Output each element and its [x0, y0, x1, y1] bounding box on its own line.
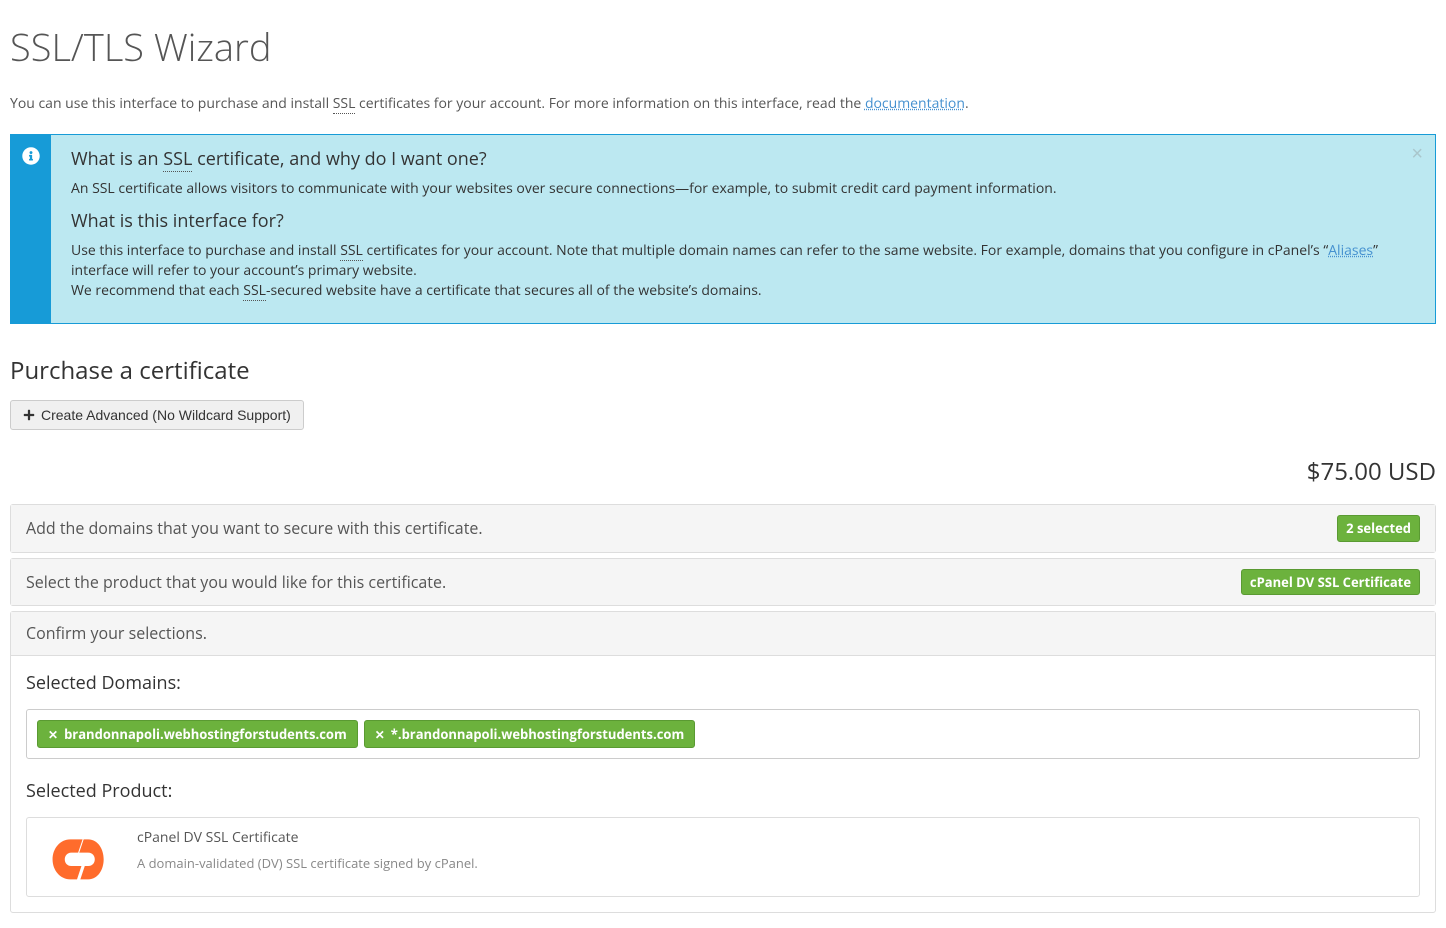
a2-l3-after: -secured website have a certificate that… [266, 281, 762, 300]
step-1-heading[interactable]: Add the domains that you want to secure … [11, 505, 1435, 552]
step-3-label: Confirm your selections. [26, 622, 207, 645]
intro-suffix: . [965, 94, 969, 113]
info-a1: An SSL certificate allows visitors to co… [71, 179, 1420, 199]
domain-chip: ✕ brandonnapoli.webhostingforstudents.co… [37, 720, 358, 749]
info-icon-wrap [11, 135, 51, 322]
plus-icon [23, 409, 35, 421]
ssl-abbr: SSL [340, 241, 363, 261]
step-1-label: Add the domains that you want to secure … [26, 517, 483, 540]
close-icon[interactable]: × [1411, 143, 1423, 166]
remove-domain-icon[interactable]: ✕ [375, 726, 385, 743]
intro-text: You can use this interface to purchase a… [10, 94, 1436, 114]
step-3-panel: Confirm your selections. Selected Domain… [10, 611, 1436, 913]
selected-domains-box: ✕ brandonnapoli.webhostingforstudents.co… [26, 709, 1420, 760]
ssl-abbr: SSL [333, 94, 356, 114]
intro-middle: certificates for your account. For more … [355, 94, 865, 113]
ssl-abbr: SSL [163, 147, 192, 172]
step-3-heading[interactable]: Confirm your selections. [11, 612, 1435, 655]
step-2-panel: Select the product that you would like f… [10, 558, 1436, 607]
info-a2: Use this interface to purchase and insta… [71, 241, 1420, 301]
domain-chip: ✕ *.brandonnapoli.webhostingforstudents.… [364, 720, 696, 749]
domain-chip-label: brandonnapoli.webhostingforstudents.com [64, 725, 347, 744]
a2-l3-before: We recommend that each [71, 281, 243, 300]
domain-chip-label: *.brandonnapoli.webhostingforstudents.co… [391, 725, 684, 744]
selected-product-heading: Selected Product: [26, 779, 1420, 805]
a2-mid: certificates for your account. Note that… [363, 241, 1328, 260]
aliases-link[interactable]: Aliases [1328, 241, 1373, 260]
remove-domain-icon[interactable]: ✕ [48, 726, 58, 743]
info-alert: What is an SSL certificate, and why do I… [10, 134, 1436, 323]
info-icon [22, 147, 40, 165]
price-display: $75.00 USD [10, 455, 1436, 489]
step-2-badge: cPanel DV SSL Certificate [1241, 569, 1420, 596]
product-name: cPanel DV SSL Certificate [137, 828, 1404, 848]
cpanel-logo [42, 828, 112, 886]
step-2-label: Select the product that you would like f… [26, 571, 446, 594]
selected-product-box: cPanel DV SSL Certificate A domain-valid… [26, 817, 1420, 897]
ssl-abbr: SSL [243, 281, 266, 301]
create-advanced-label: Create Advanced (No Wildcard Support) [41, 407, 291, 423]
selected-domains-heading: Selected Domains: [26, 671, 1420, 697]
documentation-link[interactable]: documentation [865, 94, 965, 113]
product-desc: A domain-validated (DV) SSL certificate … [137, 854, 1404, 873]
step-2-heading[interactable]: Select the product that you would like f… [11, 559, 1435, 606]
info-q1-before: What is an [71, 147, 163, 171]
info-q1-after: certificate, and why do I want one? [192, 147, 486, 171]
create-advanced-button[interactable]: Create Advanced (No Wildcard Support) [10, 400, 304, 430]
step-1-panel: Add the domains that you want to secure … [10, 504, 1436, 553]
page-title: SSL/TLS Wizard [10, 20, 1436, 74]
intro-prefix: You can use this interface to purchase a… [10, 94, 333, 113]
step-1-badge: 2 selected [1337, 515, 1420, 542]
step-3-body: Selected Domains: ✕ brandonnapoli.webhos… [11, 655, 1435, 912]
info-q2: What is this interface for? [71, 209, 1420, 235]
info-q1: What is an SSL certificate, and why do I… [71, 147, 1420, 173]
a2-before: Use this interface to purchase and insta… [71, 241, 340, 260]
purchase-heading: Purchase a certificate [10, 354, 1436, 388]
